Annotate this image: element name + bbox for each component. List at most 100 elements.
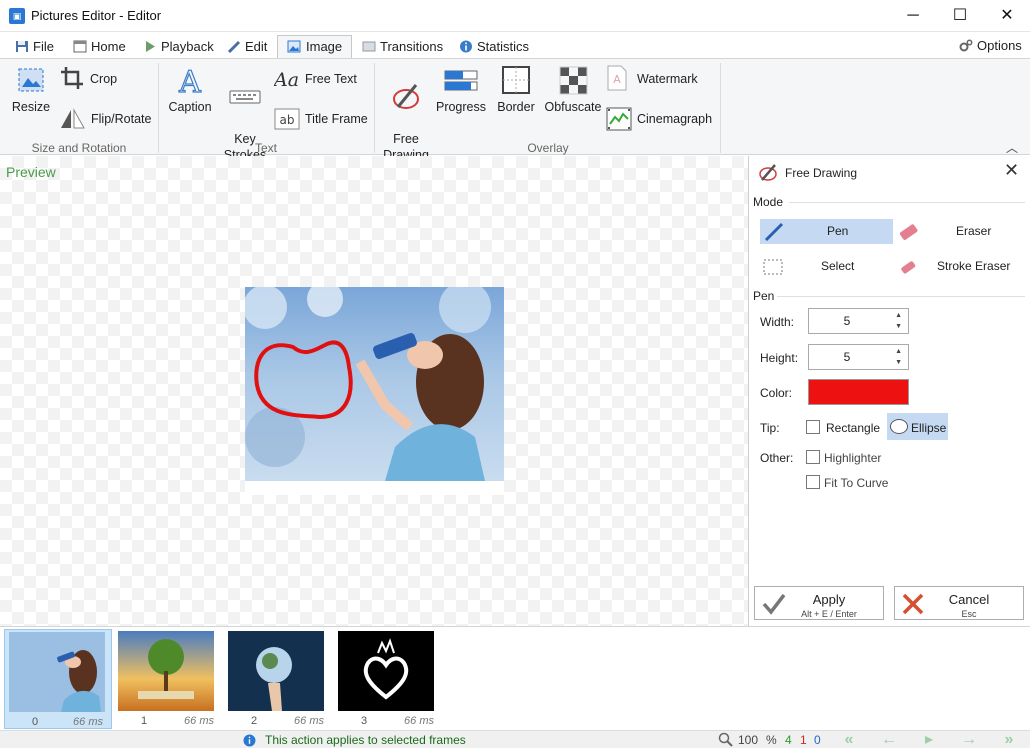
increment-icon[interactable]: ▲ [895, 348, 902, 355]
close-panel-icon[interactable]: ✕ [1004, 160, 1019, 181]
save-icon [16, 41, 28, 52]
free-drawing-panel: Free Drawing ✕ Mode Pen Eraser Select St… [748, 156, 1030, 626]
play-icon[interactable]: ▸ [914, 731, 944, 749]
watermark-label: Watermark [637, 72, 698, 86]
border-label: Border [497, 100, 535, 114]
eraser-mode-button[interactable]: Eraser [895, 219, 1028, 244]
previous-frame-icon[interactable]: ← [874, 731, 904, 749]
frame-index: 1 [140, 715, 148, 727]
free-text-button[interactable]: Aa Free Text [274, 69, 364, 89]
zoom-value[interactable]: 100 [738, 733, 758, 747]
minimize-button[interactable]: ─ [890, 0, 936, 31]
obfuscate-button[interactable]: Obfuscate [544, 65, 602, 115]
flip-rotate-button[interactable]: Flip/Rotate [60, 108, 156, 129]
tip-ellipse-option[interactable]: Ellipse [887, 413, 948, 440]
caption-button[interactable]: A Caption [166, 65, 214, 115]
tab-transitions[interactable]: Transitions [360, 36, 443, 59]
highlighter-label: Highlighter [824, 451, 882, 465]
collapse-ribbon-icon[interactable]: ︿ [1006, 139, 1018, 156]
crop-button[interactable]: Crop [60, 67, 150, 89]
maximize-button[interactable]: ☐ [937, 0, 983, 31]
brush-icon [393, 84, 419, 109]
cinemagraph-icon [606, 107, 632, 131]
tab-playback-label: Playback [161, 39, 214, 54]
first-frame-icon[interactable]: « [834, 731, 864, 749]
highlighter-checkbox[interactable] [806, 450, 820, 464]
tip-rectangle-label[interactable]: Rectangle [826, 421, 880, 435]
frame-index: 3 [360, 715, 368, 727]
progress-button[interactable]: Progress [434, 65, 488, 115]
frame-count-selected: 1 [800, 733, 807, 747]
panel-title: Free Drawing [785, 166, 858, 180]
watermark-icon: A [607, 65, 627, 91]
frame-thumbnail[interactable]: 0 66 ms [4, 629, 112, 729]
frame-image [118, 631, 214, 711]
frame-count-total: 4 [785, 733, 792, 747]
apply-button[interactable]: Apply Alt + E / Enter [754, 586, 884, 620]
title-frame-label: Title Frame [305, 112, 368, 126]
tab-image[interactable]: Image [277, 35, 352, 59]
tab-playback[interactable]: Playback [141, 36, 214, 59]
close-button[interactable]: ✕ [984, 0, 1030, 31]
window-title: Pictures Editor - Editor [31, 8, 162, 23]
font-icon: Aa [274, 69, 299, 89]
title-frame-icon: ab [274, 108, 300, 130]
last-frame-icon[interactable]: » [994, 731, 1024, 749]
tab-transitions-label: Transitions [380, 39, 444, 54]
watermark-button[interactable]: A Watermark [606, 65, 710, 91]
info-icon [460, 40, 472, 53]
frame-image [338, 631, 434, 711]
stroke-eraser-mode-button[interactable]: Stroke Eraser [895, 254, 1028, 279]
title-frame-button[interactable]: ab Title Frame [274, 108, 374, 130]
progress-icon [444, 70, 478, 91]
gear-icon [959, 39, 973, 52]
zoom-icon [718, 732, 733, 747]
cancel-shortcut: Esc [961, 609, 977, 619]
pencil-icon [227, 40, 241, 53]
decrement-icon[interactable]: ▼ [895, 323, 902, 330]
frame-delay: 66 ms [404, 715, 434, 727]
resize-button[interactable]: Resize [10, 65, 52, 115]
image-icon [287, 40, 301, 53]
tip-rectangle-icon[interactable] [806, 420, 820, 434]
crop-icon [61, 67, 83, 89]
increment-icon[interactable]: ▲ [895, 312, 902, 319]
preview-area[interactable]: Preview [0, 156, 748, 626]
height-value: 5 [843, 350, 851, 364]
tab-edit[interactable]: Edit [225, 36, 267, 59]
tab-home[interactable]: Home [71, 36, 126, 59]
tab-file[interactable]: File [13, 36, 54, 59]
group-separator [720, 63, 721, 153]
frame-thumbnail[interactable]: 1 66 ms [114, 629, 222, 729]
flip-icon [61, 108, 85, 129]
eraser-mode-label: Eraser [956, 224, 992, 238]
pen-mode-button[interactable]: Pen [760, 219, 893, 244]
caption-label: Caption [168, 100, 212, 114]
cancel-label: Cancel [948, 592, 990, 607]
select-mode-button[interactable]: Select [760, 254, 893, 279]
next-frame-icon[interactable]: → [954, 731, 984, 749]
pen-mode-label: Pen [827, 224, 849, 238]
frame-thumbnail[interactable]: 3 66 ms [334, 629, 442, 729]
cinemagraph-button[interactable]: Cinemagraph [606, 107, 716, 131]
frame-preview-margin [245, 481, 504, 495]
color-picker-button[interactable] [808, 379, 909, 405]
options-button[interactable]: Options [957, 35, 1022, 58]
tab-file-label: File [33, 39, 54, 54]
frame-strip: 0 66 ms 1 66 ms 2 66 ms 3 66 ms [0, 626, 1030, 730]
tip-ellipse-label: Ellipse [911, 421, 947, 435]
group-label-overlay: Overlay [527, 141, 569, 155]
divider [777, 296, 1025, 297]
frame-thumbnail[interactable]: 2 66 ms [224, 629, 332, 729]
frame-preview-image[interactable] [245, 287, 504, 481]
tab-statistics[interactable]: Statistics [457, 36, 529, 59]
fit-to-curve-checkbox[interactable] [806, 475, 820, 489]
preview-label: Preview [6, 164, 56, 180]
height-stepper[interactable]: 5 ▲ ▼ [808, 344, 909, 370]
width-stepper[interactable]: 5 ▲ ▼ [808, 308, 909, 334]
fit-to-curve-label: Fit To Curve [824, 476, 889, 490]
cancel-button[interactable]: Cancel Esc [894, 586, 1024, 620]
border-button[interactable]: Border [494, 65, 538, 115]
group-label-text: Text [254, 141, 277, 155]
decrement-icon[interactable]: ▼ [895, 359, 902, 366]
